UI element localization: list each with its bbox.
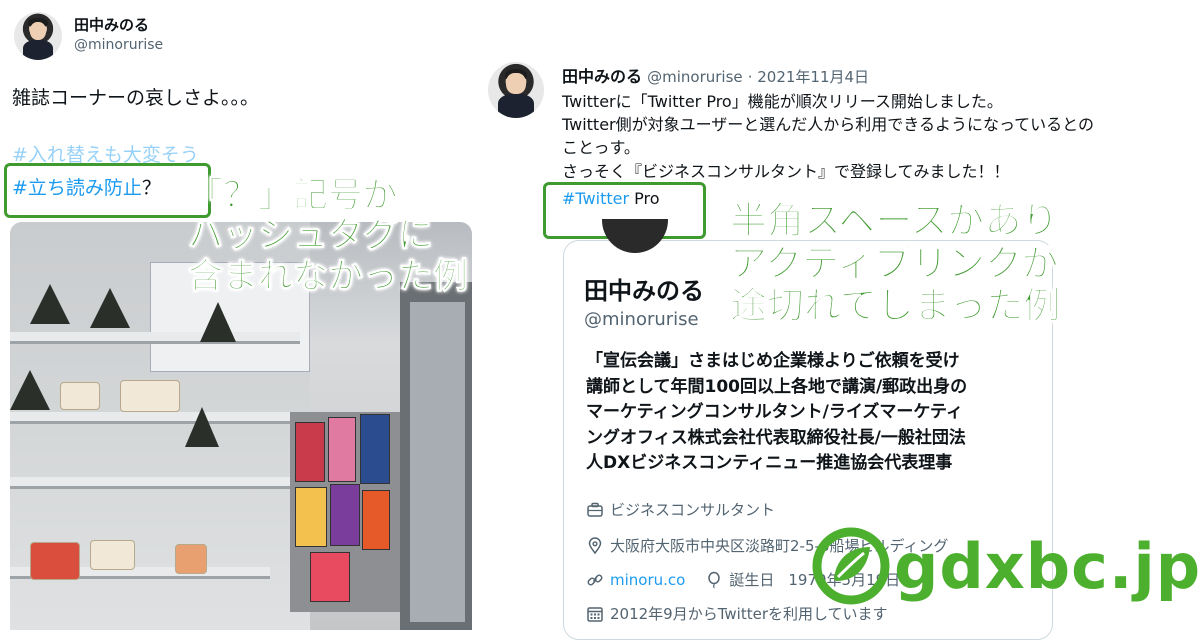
profile-joined-text: 2012年9月からTwitterを利用しています <box>610 605 888 623</box>
right-tweet-header: 田中みのる @minorurise · 2021年11月4日 <box>562 63 869 87</box>
calendar-icon <box>586 605 604 623</box>
profile-category: ビジネスコンサルタント <box>586 499 775 520</box>
right-tweet-line2: Twitter側が対象ユーザーと選んだ人から利用できるようになっているとの <box>562 115 1095 135</box>
left-annotation-line3: 含まれなかった例 <box>187 256 469 297</box>
right-annotation: 半角スペースがあり アクティブリンクが 途切れてしまった例 <box>729 199 1061 328</box>
left-highlight-box <box>4 163 211 218</box>
right-annotation-line3: 途切れてしまった例 <box>729 284 1061 328</box>
bio-line: マーケティングコンサルタント/ライズマーケティ <box>586 402 963 422</box>
left-annotation-line1: 「？」記号が <box>187 175 399 216</box>
left-annotation-line2: ハッシュタグに <box>187 216 434 257</box>
leaf-logo-icon <box>812 527 890 605</box>
profile-link[interactable]: minoru.co <box>610 571 685 589</box>
bio-line: 「宣伝会議」さまはじめ企業様よりご依頼を受け <box>586 351 960 371</box>
link-icon <box>586 571 604 589</box>
right-tweet-line1: Twitterに「Twitter Pro」機能が順次リリース開始しました。 <box>562 92 1003 111</box>
right-tweet-date[interactable]: · 2021年11月4日 <box>748 68 869 86</box>
left-tweet-text: 雑誌コーナーの哀しさよ。。。 <box>12 87 260 109</box>
profile-card-name[interactable]: 田中みのる <box>584 271 704 306</box>
profile-joined: 2012年9月からTwitterを利用しています <box>586 603 888 624</box>
left-user-handle[interactable]: @minorurise <box>74 37 163 53</box>
right-annotation-line2: アクティブリンクが <box>729 241 1059 285</box>
left-user-name[interactable]: 田中みのる <box>74 14 149 35</box>
bio-line: ングオフィス株式会社代表取締役社長/一般社団法 <box>586 427 966 448</box>
profile-card-bio: 「宣伝会議」さまはじめ企業様よりご依頼を受け 講師として年間100回以上各地で講… <box>586 349 967 477</box>
location-pin-icon <box>586 536 604 555</box>
watermark-logo: gdxbc.jp <box>812 527 1200 605</box>
right-user-handle[interactable]: @minorurise <box>647 68 743 86</box>
profile-card-avatar <box>602 219 668 253</box>
right-tweet-line3: ことっす。 <box>562 138 640 158</box>
profile-card-handle[interactable]: @minorurise <box>584 309 699 330</box>
profile-category-text: ビジネスコンサルタント <box>610 501 776 519</box>
left-avatar[interactable] <box>14 12 62 60</box>
birthday-label: 誕生日 <box>729 571 775 589</box>
right-avatar[interactable] <box>488 62 544 118</box>
watermark-text: gdxbc.jp <box>894 529 1200 603</box>
briefcase-icon <box>586 501 604 519</box>
right-annotation-line1: 半角スペースがあり <box>729 199 1059 242</box>
bio-line: 講師として年間100回以上各地で講演/郵政出身の <box>586 376 968 397</box>
bio-line: 人DXビジネスコンティニュー推進協会代表理事 <box>586 453 953 473</box>
left-annotation: 「？」記号が ハッシュタグに 含まれなかった例 <box>187 175 469 297</box>
balloon-icon <box>705 571 723 589</box>
right-user-name[interactable]: 田中みのる <box>562 67 642 86</box>
right-tweet-line4: さっそく『ビジネスコンサルタント』で登録してみました！！ <box>562 161 1010 181</box>
